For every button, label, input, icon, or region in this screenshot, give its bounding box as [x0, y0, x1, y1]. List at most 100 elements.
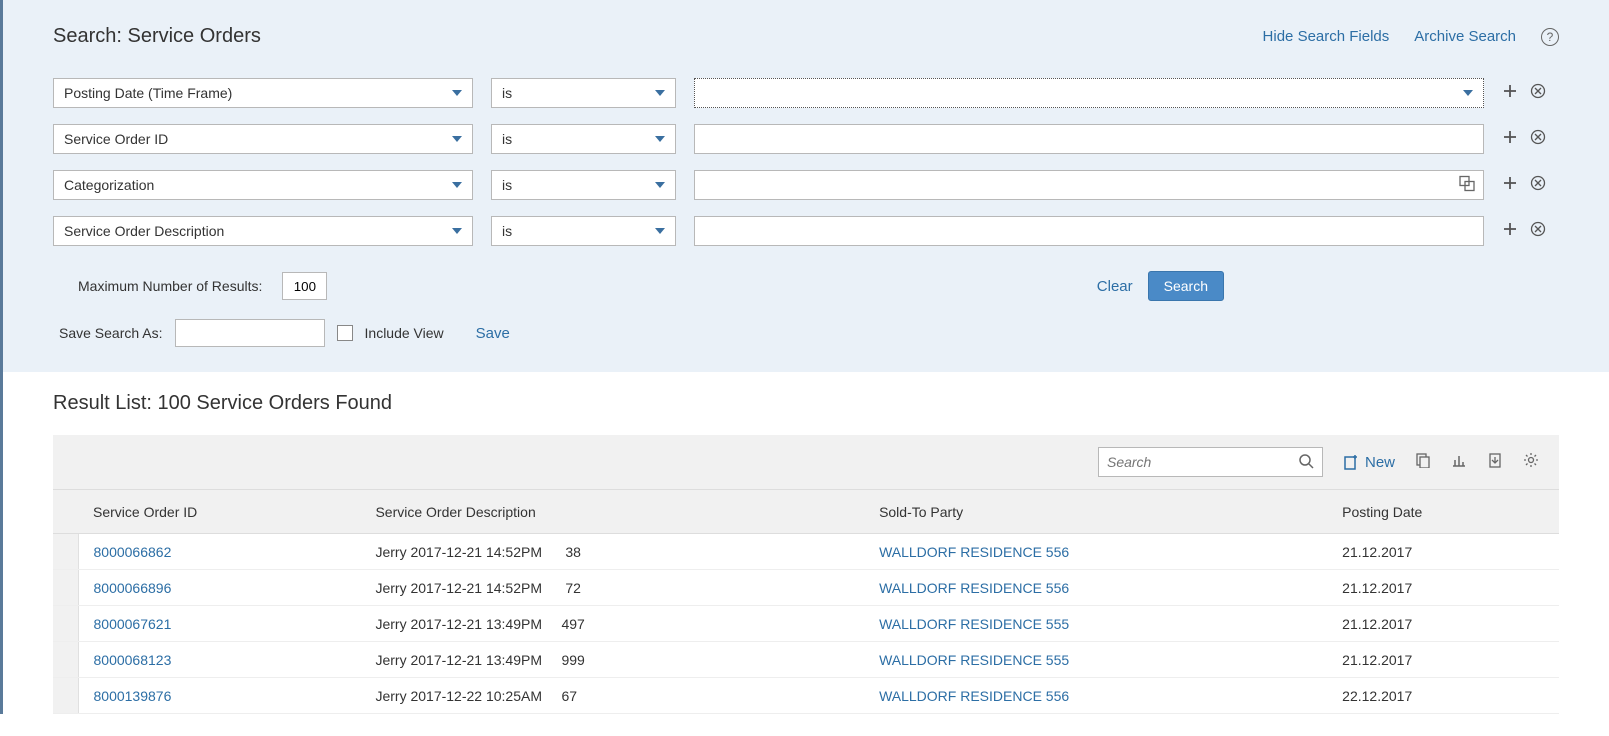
- row-selector[interactable]: [53, 642, 78, 678]
- cell-id: 8000066896: [78, 570, 360, 606]
- search-button[interactable]: Search: [1148, 271, 1224, 301]
- col-date[interactable]: Posting Date: [1327, 490, 1559, 534]
- row-selector[interactable]: [53, 606, 78, 642]
- remove-row-icon[interactable]: [1530, 221, 1546, 242]
- service-order-link[interactable]: 8000067621: [94, 616, 172, 632]
- service-order-link[interactable]: 8000066896: [94, 580, 172, 596]
- cell-party: WALLDORF RESIDENCE 556: [864, 678, 1327, 714]
- include-view-checkbox[interactable]: [337, 325, 353, 341]
- row-selector[interactable]: [53, 570, 78, 606]
- cell-id: 8000139876: [78, 678, 360, 714]
- page-title: Search: Service Orders: [53, 25, 261, 48]
- save-as-label: Save Search As:: [59, 325, 163, 341]
- criteria-value-select[interactable]: [694, 78, 1484, 108]
- header-actions: Hide Search Fields Archive Search ?: [1263, 28, 1559, 46]
- criteria-field-select[interactable]: Service Order Description: [53, 216, 473, 246]
- remove-row-icon[interactable]: [1530, 129, 1546, 150]
- col-party[interactable]: Sold-To Party: [864, 490, 1327, 534]
- cell-desc: Jerry 2017-12-21 13:49PM 999: [360, 642, 864, 678]
- cell-id: 8000068123: [78, 642, 360, 678]
- result-panel: Result List: 100 Service Orders Found Ne…: [3, 372, 1609, 714]
- results-table: Service Order ID Service Order Descripti…: [53, 489, 1559, 714]
- col-id[interactable]: Service Order ID: [78, 490, 360, 534]
- search-panel: Search: Service Orders Hide Search Field…: [3, 0, 1609, 372]
- clear-button[interactable]: Clear: [1097, 278, 1133, 295]
- cell-desc: Jerry 2017-12-21 13:49PM 497: [360, 606, 864, 642]
- criteria-value-input[interactable]: [694, 170, 1484, 200]
- table-row[interactable]: 8000066862Jerry 2017-12-21 14:52PM 38WAL…: [53, 534, 1559, 570]
- row-selector[interactable]: [53, 678, 78, 714]
- include-view-label: Include View: [365, 325, 444, 341]
- criteria-field-select[interactable]: Categorization: [53, 170, 473, 200]
- cell-date: 21.12.2017: [1327, 534, 1559, 570]
- table-row[interactable]: 8000067621 Jerry 2017-12-21 13:49PM 497 WA…: [53, 606, 1559, 642]
- criteria-row-actions: [1502, 221, 1546, 242]
- max-results-label: Maximum Number of Results:: [78, 278, 262, 294]
- new-button[interactable]: New: [1343, 454, 1395, 471]
- cell-date: 21.12.2017: [1327, 570, 1559, 606]
- chevron-down-icon: [452, 182, 462, 188]
- criteria-operator-select[interactable]: is: [491, 170, 676, 200]
- criteria-field-select[interactable]: Service Order ID: [53, 124, 473, 154]
- sold-to-party-link[interactable]: WALLDORF RESIDENCE 555: [879, 652, 1069, 668]
- add-row-icon[interactable]: [1502, 221, 1518, 242]
- copy-icon[interactable]: [1415, 452, 1431, 473]
- cell-date: 21.12.2017: [1327, 606, 1559, 642]
- search-icon[interactable]: [1298, 453, 1314, 472]
- save-search-row: Save Search As: Include View Save: [53, 319, 1559, 347]
- criteria-row: Posting Date (Time Frame) is: [53, 78, 1559, 108]
- gear-icon[interactable]: [1523, 452, 1539, 473]
- row-selector[interactable]: [53, 534, 78, 570]
- hide-search-fields-link[interactable]: Hide Search Fields: [1263, 28, 1390, 45]
- save-button[interactable]: Save: [476, 325, 510, 342]
- cell-party: WALLDORF RESIDENCE 555: [864, 606, 1327, 642]
- new-icon: [1343, 454, 1359, 470]
- criteria-value-input[interactable]: [694, 124, 1484, 154]
- criteria-operator-select[interactable]: is: [491, 124, 676, 154]
- criteria-row-actions: [1502, 83, 1546, 104]
- criteria-row: Categorization is: [53, 170, 1559, 200]
- add-row-icon[interactable]: [1502, 175, 1518, 196]
- remove-row-icon[interactable]: [1530, 83, 1546, 104]
- service-order-link[interactable]: 8000066862: [94, 544, 172, 560]
- sold-to-party-link[interactable]: WALLDORF RESIDENCE 556: [879, 580, 1069, 596]
- max-results-input[interactable]: [282, 272, 327, 300]
- criteria-operator-select[interactable]: is: [491, 216, 676, 246]
- sold-to-party-link[interactable]: WALLDORF RESIDENCE 556: [879, 544, 1069, 560]
- table-search-input[interactable]: [1107, 454, 1298, 470]
- service-order-link[interactable]: 8000139876: [94, 688, 172, 704]
- table-row[interactable]: 8000068123 Jerry 2017-12-21 13:49PM 999 WA…: [53, 642, 1559, 678]
- row-selector-header: [53, 490, 78, 534]
- remove-row-icon[interactable]: [1530, 175, 1546, 196]
- export-icon[interactable]: [1487, 452, 1503, 473]
- add-row-icon[interactable]: [1502, 83, 1518, 104]
- sold-to-party-link[interactable]: WALLDORF RESIDENCE 556: [879, 688, 1069, 704]
- chevron-down-icon: [452, 90, 462, 96]
- chevron-down-icon: [452, 136, 462, 142]
- result-toolbar: New: [53, 435, 1559, 489]
- help-icon[interactable]: ?: [1541, 28, 1559, 46]
- table-row[interactable]: 8000139876Jerry 2017-12-22 10:25AM 67WAL…: [53, 678, 1559, 714]
- chevron-down-icon: [452, 228, 462, 234]
- sold-to-party-link[interactable]: WALLDORF RESIDENCE 555: [879, 616, 1069, 632]
- service-order-link[interactable]: 8000068123: [94, 652, 172, 668]
- search-header: Search: Service Orders Hide Search Field…: [53, 25, 1559, 48]
- cell-party: WALLDORF RESIDENCE 556: [864, 570, 1327, 606]
- chevron-down-icon: [655, 136, 665, 142]
- criteria-field-select[interactable]: Posting Date (Time Frame): [53, 78, 473, 108]
- criteria-value-input[interactable]: [694, 216, 1484, 246]
- value-help-icon[interactable]: [1459, 176, 1475, 195]
- criteria-operator-select[interactable]: is: [491, 78, 676, 108]
- chevron-down-icon: [655, 228, 665, 234]
- table-row[interactable]: 8000066896 Jerry 2017-12-21 14:52PM 72 WAL…: [53, 570, 1559, 606]
- cell-date: 22.12.2017: [1327, 678, 1559, 714]
- cell-desc: Jerry 2017-12-21 14:52PM 72: [360, 570, 864, 606]
- archive-search-link[interactable]: Archive Search: [1414, 28, 1516, 45]
- add-row-icon[interactable]: [1502, 129, 1518, 150]
- col-desc[interactable]: Service Order Description: [360, 490, 864, 534]
- chevron-down-icon: [655, 90, 665, 96]
- save-as-input[interactable]: [175, 319, 325, 347]
- chart-icon[interactable]: [1451, 452, 1467, 473]
- criteria-row: Service Order ID is: [53, 124, 1559, 154]
- table-search-box[interactable]: [1098, 447, 1323, 477]
